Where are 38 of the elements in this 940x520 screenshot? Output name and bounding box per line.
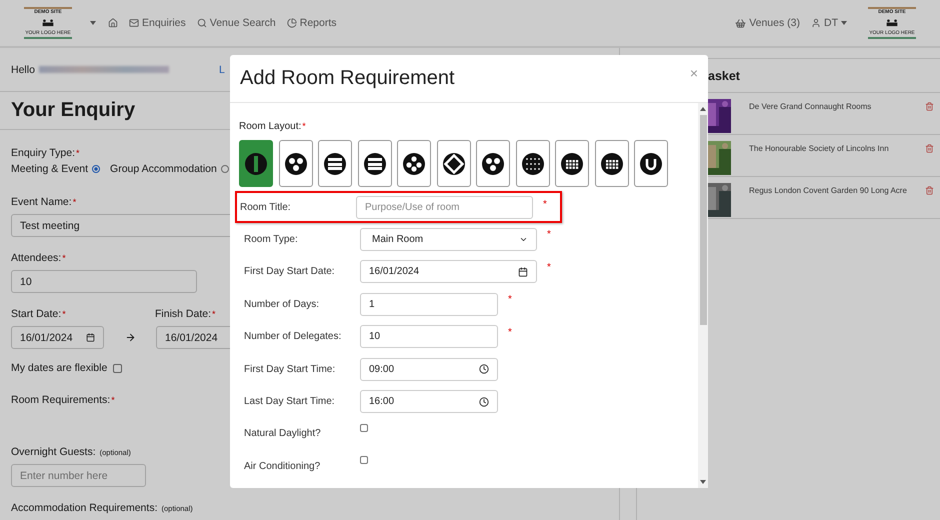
required-mark: *: [302, 121, 306, 131]
required-mark: *: [547, 229, 551, 240]
field-label: Room Title:: [240, 202, 292, 213]
field-label: Room Layout:: [239, 120, 302, 132]
field-label: Air Conditioning?: [244, 460, 322, 472]
required-mark: *: [508, 326, 512, 338]
required-mark: *: [76, 148, 80, 158]
required-mark: *: [543, 199, 547, 210]
field-label: Start Date:: [11, 308, 62, 320]
card-title: asket: [708, 68, 740, 82]
required-mark: *: [212, 309, 216, 319]
checkbox-label: My dates are flexible: [11, 362, 108, 374]
greeting-text: Hello: [11, 64, 35, 76]
required-mark: *: [508, 294, 512, 306]
field-label: First Day Start Time:: [244, 364, 336, 375]
venue-name: Regus London Covent Garden 90 Long Acre: [749, 186, 907, 195]
field-label: Room Type:: [244, 234, 299, 246]
venue-name: The Honourable Society of Lincolns Inn: [749, 144, 890, 153]
field-label: Accommodation Requirements:: [11, 502, 158, 514]
required-mark: *: [111, 395, 115, 405]
required-mark: *: [62, 309, 66, 319]
field-label: Natural Daylight?: [244, 428, 322, 440]
radio-label: Group Accommodation: [110, 163, 217, 175]
field-label: Last Day Start Time:: [244, 396, 336, 408]
field-label: Event Name:: [11, 196, 72, 208]
field-label: Finish Date:: [155, 308, 212, 320]
field-label: Attendees:: [11, 252, 62, 264]
field-label: Number of Days:: [244, 298, 320, 310]
field-label: Enquiry Type:: [11, 147, 76, 159]
field-label: First Day Start Date:: [244, 266, 336, 278]
required-mark: *: [547, 262, 551, 273]
required-mark: *: [62, 253, 66, 263]
field-label: Room Requirements:: [11, 394, 110, 406]
field-label: Overnight Guests:: [11, 446, 96, 458]
modal-title: Add Room Requirement: [240, 67, 455, 90]
venue-name: De Vere Grand Connaught Rooms: [749, 102, 872, 111]
required-mark: *: [72, 197, 76, 207]
radio-label: Meeting & Event: [11, 163, 88, 175]
